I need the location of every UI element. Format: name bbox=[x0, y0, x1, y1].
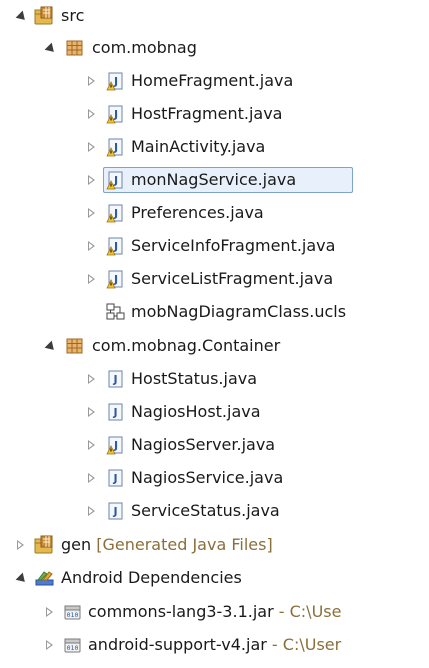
tree-item-label: mobNagDiagramClass.ucls bbox=[131, 302, 347, 321]
tree-item-label: com.mobnag bbox=[92, 38, 197, 57]
collapse-toggle-icon[interactable] bbox=[88, 175, 95, 185]
package-icon bbox=[66, 40, 83, 56]
jar-name: commons-lang3-3.1.jar bbox=[88, 602, 274, 621]
tree-item-label: gen [Generated Java Files] bbox=[61, 535, 273, 555]
collapse-toggle-icon[interactable] bbox=[88, 76, 95, 86]
folder-name: gen bbox=[61, 535, 92, 554]
collapse-toggle-icon[interactable] bbox=[88, 109, 95, 119]
tree-item-label: src bbox=[61, 6, 85, 25]
collapse-toggle-icon[interactable] bbox=[88, 374, 95, 384]
expand-toggle-icon[interactable] bbox=[44, 340, 58, 354]
collapse-toggle-icon[interactable] bbox=[88, 506, 95, 516]
java-file-warning-icon bbox=[106, 105, 123, 124]
tree-item-label: ServiceListFragment.java bbox=[131, 269, 334, 288]
java-file-warning-icon bbox=[106, 138, 123, 157]
tree-item-gen-folder[interactable]: gen [Generated Java Files] bbox=[0, 529, 429, 562]
expand-toggle-icon[interactable] bbox=[15, 572, 29, 586]
collapse-toggle-icon[interactable] bbox=[46, 640, 53, 650]
tree-item-file[interactable]: NagiosHost.java bbox=[0, 396, 429, 429]
tree-item-label: commons-lang3-3.1.jar - C:\Use bbox=[88, 602, 341, 622]
source-folder-icon bbox=[34, 6, 53, 25]
tree-item-label: NagiosHost.java bbox=[131, 402, 261, 421]
path-separator: - bbox=[273, 602, 290, 621]
tree-item-file[interactable]: Preferences.java bbox=[0, 197, 429, 230]
tree-item-label: HostFragment.java bbox=[131, 104, 283, 123]
java-file-warning-icon bbox=[106, 436, 123, 455]
tree-item-jar[interactable]: android-support-v4.jar - C:\User bbox=[0, 629, 429, 662]
tree-item-label: MainActivity.java bbox=[131, 137, 266, 156]
tree-item-file[interactable]: ServiceStatus.java bbox=[0, 495, 429, 528]
java-file-warning-icon bbox=[106, 237, 123, 256]
jar-file-icon bbox=[64, 605, 81, 620]
tree-item-label: ServiceStatus.java bbox=[131, 501, 280, 520]
tree-item-library[interactable]: Android Dependencies bbox=[0, 562, 429, 595]
tree-item-file[interactable]: ServiceInfoFragment.java bbox=[0, 230, 429, 263]
java-file-warning-icon bbox=[106, 72, 123, 91]
java-file-warning-icon bbox=[106, 204, 123, 223]
expand-toggle-icon[interactable] bbox=[15, 10, 29, 24]
jar-path: C:\Use bbox=[289, 602, 342, 621]
java-file-icon bbox=[108, 502, 123, 520]
tree-item-file-selected[interactable]: monNagService.java bbox=[0, 164, 429, 197]
tree-item-label: ServiceInfoFragment.java bbox=[131, 236, 336, 255]
tree-item-file[interactable]: HomeFragment.java bbox=[0, 65, 429, 98]
java-file-icon bbox=[108, 469, 123, 487]
tree-item-src[interactable]: src bbox=[0, 0, 429, 33]
tree-item-label: monNagService.java bbox=[131, 170, 297, 189]
tree-item-label: Preferences.java bbox=[131, 203, 264, 222]
tree-item-label: com.mobnag.Container bbox=[92, 336, 281, 355]
tree-item-label: HomeFragment.java bbox=[131, 71, 294, 90]
path-separator: - bbox=[266, 635, 283, 654]
tree-item-label: Android Dependencies bbox=[61, 568, 242, 587]
tree-item-file[interactable]: NagiosServer.java bbox=[0, 429, 429, 462]
collapse-toggle-icon[interactable] bbox=[88, 241, 95, 251]
tree-item-label: NagiosService.java bbox=[131, 468, 284, 487]
source-folder-icon bbox=[34, 535, 53, 554]
jar-name: android-support-v4.jar bbox=[88, 635, 267, 654]
class-diagram-icon bbox=[106, 303, 125, 320]
tree-item-label: NagiosServer.java bbox=[131, 435, 276, 454]
collapse-toggle-icon[interactable] bbox=[88, 407, 95, 417]
tree-item-file[interactable]: HostFragment.java bbox=[0, 98, 429, 131]
tree-item-file[interactable]: MainActivity.java bbox=[0, 131, 429, 164]
java-file-icon bbox=[108, 403, 123, 421]
collapse-toggle-icon[interactable] bbox=[17, 540, 24, 550]
tree-item-file[interactable]: HostStatus.java bbox=[0, 363, 429, 396]
tree-item-file[interactable]: ServiceListFragment.java bbox=[0, 263, 429, 296]
collapse-toggle-icon[interactable] bbox=[88, 274, 95, 284]
tree-item-label: HostStatus.java bbox=[131, 369, 258, 388]
collapse-toggle-icon[interactable] bbox=[88, 440, 95, 450]
expand-toggle-icon[interactable] bbox=[44, 42, 58, 56]
tree-item-jar[interactable]: commons-lang3-3.1.jar - C:\Use bbox=[0, 596, 429, 629]
tree-item-diagram[interactable]: mobNagDiagramClass.ucls bbox=[0, 296, 429, 329]
package-icon bbox=[66, 338, 83, 354]
tree-item-package[interactable]: com.mobnag.Container bbox=[0, 330, 429, 363]
collapse-toggle-icon[interactable] bbox=[88, 473, 95, 483]
java-file-warning-icon bbox=[106, 171, 123, 190]
tree-item-package[interactable]: com.mobnag bbox=[0, 32, 429, 65]
java-file-icon bbox=[108, 370, 123, 388]
library-icon bbox=[35, 571, 54, 586]
tree-item-file[interactable]: NagiosService.java bbox=[0, 462, 429, 495]
folder-decoration: [Generated Java Files] bbox=[96, 535, 273, 554]
jar-file-icon bbox=[64, 638, 81, 653]
collapse-toggle-icon[interactable] bbox=[46, 607, 53, 617]
collapse-toggle-icon[interactable] bbox=[88, 142, 95, 152]
java-file-warning-icon bbox=[106, 270, 123, 289]
collapse-toggle-icon[interactable] bbox=[88, 208, 95, 218]
jar-path: C:\User bbox=[282, 635, 342, 654]
tree-item-label: android-support-v4.jar - C:\User bbox=[88, 635, 341, 655]
